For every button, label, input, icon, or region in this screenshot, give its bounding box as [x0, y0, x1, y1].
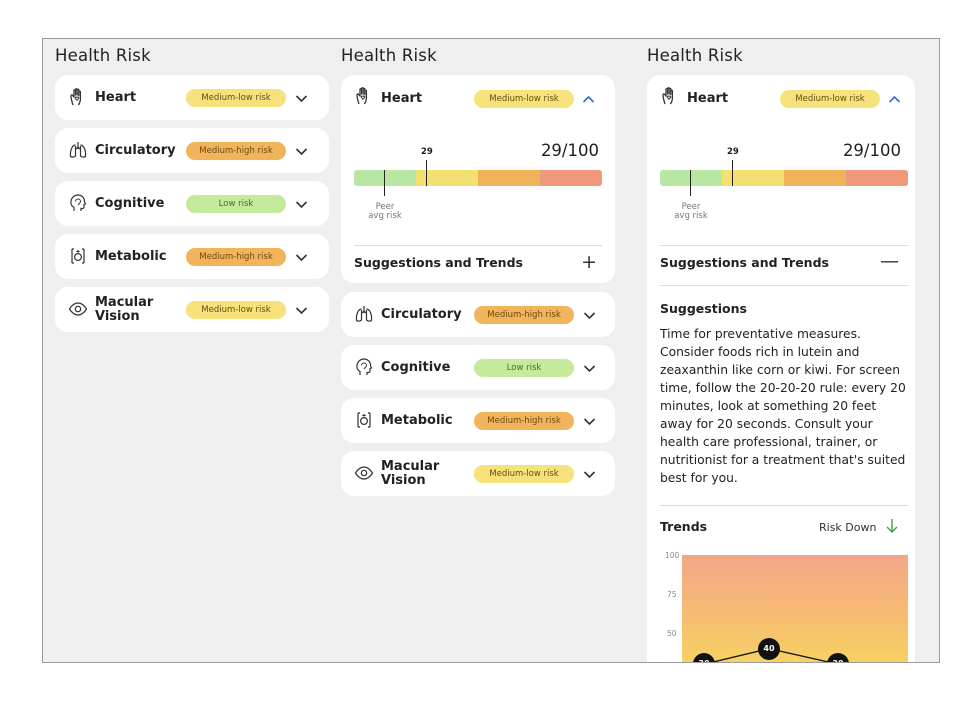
app-frame: Health Risk Heart Medium-low risk Circulat… — [42, 38, 940, 663]
category-name: Circulatory — [381, 307, 462, 322]
risk-badge: Medium-high risk — [474, 412, 574, 430]
trend-chart — [710, 647, 832, 662]
category-row[interactable]: Heart Medium-low risk — [55, 75, 329, 120]
chevron-up-icon[interactable] — [582, 93, 595, 106]
suggestions-title: Suggestions — [660, 301, 747, 316]
lungs-icon — [68, 140, 88, 160]
trends-title: Trends — [660, 519, 708, 534]
peer-tick — [384, 170, 385, 196]
page-title: Health Risk — [341, 46, 437, 65]
eye-icon — [68, 299, 88, 319]
heart-hand-icon — [354, 86, 374, 106]
category-row[interactable]: Circulatory Medium-high risk — [55, 128, 329, 173]
risk-badge: Medium-low risk — [474, 465, 574, 483]
lungs-icon — [354, 304, 374, 324]
risk-badge: Medium-high risk — [474, 306, 574, 324]
risk-badge: Low risk — [186, 195, 286, 213]
chevron-down-icon[interactable] — [583, 468, 596, 481]
peer-tick — [690, 170, 691, 196]
category-row[interactable]: Macular Vision Medium-low risk — [55, 287, 329, 332]
score-marker-value: 29 — [421, 147, 433, 157]
risk-badge: Medium-high risk — [186, 248, 286, 266]
chevron-down-icon[interactable] — [583, 415, 596, 428]
y-tick-label: 50 — [667, 629, 677, 638]
y-tick-label: 75 — [667, 590, 677, 599]
panel-heart-expanded: Health Risk Heart Medium-low risk 29 29/… — [341, 39, 615, 662]
category-name: Cognitive — [381, 360, 451, 375]
category-name: Metabolic — [95, 249, 167, 264]
category-name: Macular Vision — [381, 459, 440, 488]
risk-bar — [660, 170, 908, 186]
category-row[interactable]: Circulatory Medium-high risk — [341, 292, 615, 337]
trend-point: 40 — [758, 637, 780, 660]
chevron-down-icon[interactable] — [295, 198, 308, 211]
risk-badge: Medium-low risk — [186, 301, 286, 319]
page-title: Health Risk — [55, 46, 151, 65]
metabolism-icon — [354, 410, 374, 430]
chevron-up-icon[interactable] — [888, 93, 901, 106]
suggestions-trends-toggle-label: Suggestions and Trends — [660, 255, 829, 270]
category-row[interactable]: Cognitive Low risk — [55, 181, 329, 226]
suggestions-text: Time for preventative measures. Consider… — [660, 327, 906, 485]
divider — [660, 245, 908, 246]
divider — [660, 285, 908, 286]
risk-trend-status: Risk Down — [819, 521, 877, 534]
heart-card-expanded: Heart Medium-low risk 29 29/100 Peer avg… — [341, 75, 615, 283]
head-profile-icon — [354, 357, 374, 377]
chevron-down-icon[interactable] — [295, 251, 308, 264]
risk-bar — [354, 170, 602, 186]
y-tick-label: 100 — [665, 551, 680, 560]
score-value: 29/100 — [842, 141, 901, 160]
category-name: Macular Vision — [95, 295, 154, 324]
category-name: Circulatory — [95, 143, 176, 158]
peer-avg-label: Peer avg risk — [368, 202, 402, 221]
peer-avg-label: Peer avg risk — [674, 202, 708, 221]
category-row[interactable]: Cognitive Low risk — [341, 345, 615, 390]
score-marker-value: 29 — [727, 147, 739, 157]
category-name: Heart — [95, 90, 137, 105]
category-row[interactable]: Metabolic Medium-high risk — [341, 398, 615, 443]
suggestions-trends-toggle-label: Suggestions and Trends — [354, 255, 523, 270]
risk-badge: Low risk — [474, 359, 574, 377]
score-value: 29/100 — [540, 141, 599, 160]
risk-badge: Medium-low risk — [474, 90, 574, 108]
metabolism-icon — [68, 246, 88, 266]
divider — [660, 505, 908, 506]
chevron-down-icon[interactable] — [295, 145, 308, 158]
page-title: Health Risk — [647, 46, 743, 65]
chevron-down-icon[interactable] — [583, 309, 596, 322]
heart-hand-icon — [68, 87, 88, 107]
panel-collapsed: Health Risk Heart Medium-low risk Circulat… — [55, 39, 329, 662]
chevron-down-icon[interactable] — [295, 304, 308, 317]
chevron-down-icon[interactable] — [295, 92, 308, 105]
head-profile-icon — [68, 193, 88, 213]
heart-hand-icon — [660, 86, 680, 106]
plus-icon[interactable]: + — [581, 253, 597, 272]
category-row[interactable]: Metabolic Medium-high risk — [55, 234, 329, 279]
chevron-down-icon[interactable] — [583, 362, 596, 375]
risk-badge: Medium-low risk — [186, 89, 286, 107]
heart-card-suggestions: Heart Medium-low risk 29 29/100 Peer avg… — [647, 75, 915, 662]
eye-icon — [354, 463, 374, 483]
risk-badge: Medium-high risk — [186, 142, 286, 160]
category-name: Cognitive — [95, 196, 165, 211]
minus-icon[interactable]: — — [880, 252, 899, 271]
risk-badge: Medium-low risk — [780, 90, 880, 108]
score-tick — [426, 160, 427, 186]
divider — [354, 245, 602, 246]
category-name: Metabolic — [381, 413, 453, 428]
category-name: Heart — [381, 91, 423, 106]
score-tick — [732, 160, 733, 186]
category-name: Heart — [687, 91, 729, 106]
panel-heart-suggestions: Health Risk Heart Medium-low risk 29 29/… — [647, 39, 915, 662]
arrow-down-icon — [885, 518, 899, 534]
category-row[interactable]: Macular Vision Medium-low risk — [341, 451, 615, 496]
